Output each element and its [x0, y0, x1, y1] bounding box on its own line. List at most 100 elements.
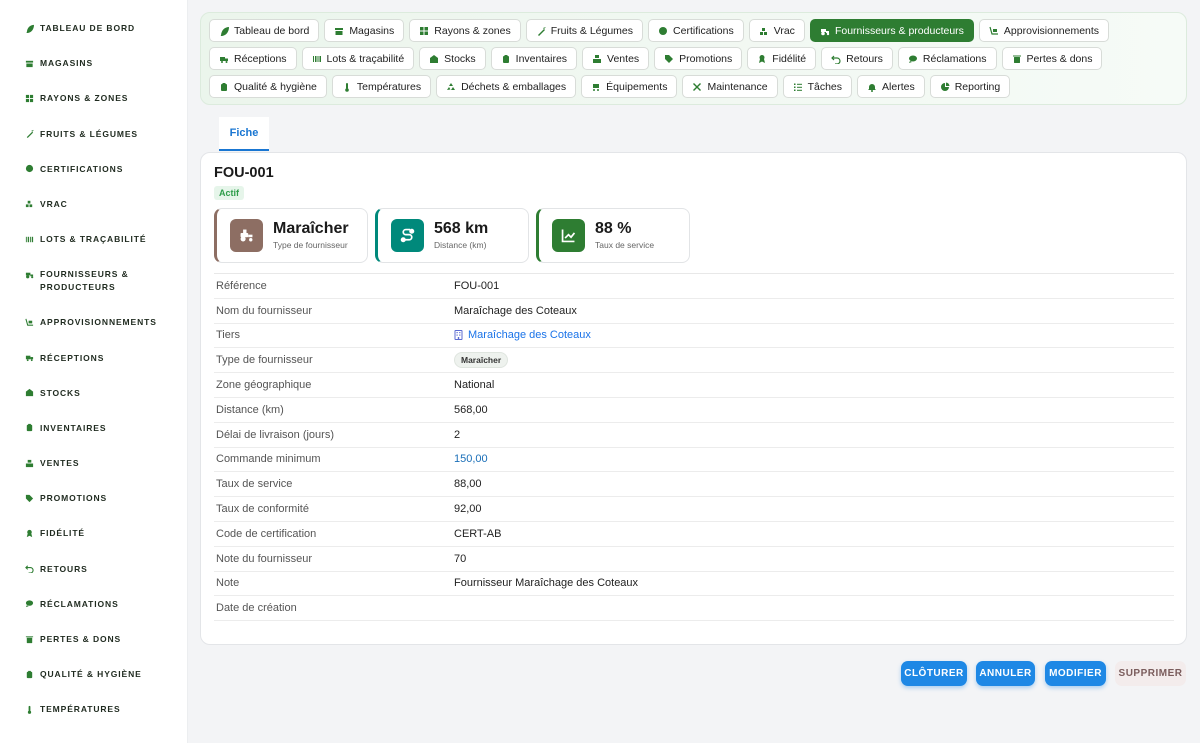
comment-icon [908, 54, 918, 64]
sidebar-item-label: APPROVISIONNEMENTS [40, 317, 157, 328]
field-label: Zone géographique [216, 379, 312, 392]
module-chip[interactable]: Qualité & hygiène [209, 75, 327, 98]
sidebar-item-label: TABLEAU DE BORD [40, 23, 136, 33]
chart-line-icon [552, 219, 585, 252]
module-chip-label: Fidélité [772, 52, 807, 65]
carrot-icon [24, 129, 34, 139]
dolly-icon [24, 317, 34, 327]
modifier-button[interactable]: MODIFIER [1045, 661, 1106, 686]
module-chip[interactable]: Fournisseurs & producteurs [809, 19, 974, 42]
table-row: Type de fournisseur Maraîcher [214, 348, 1174, 374]
module-chip[interactable]: Réceptions [209, 47, 297, 70]
tab-fiche[interactable]: Fiche [219, 117, 269, 151]
module-chip[interactable]: Reporting [929, 75, 1011, 98]
module-chip[interactable]: Approvisionnements [978, 19, 1110, 42]
kpi-card-service: 88 % Taux de service [536, 208, 690, 263]
sidebar-item-16[interactable]: RÉCLAMATIONS [0, 589, 187, 624]
sidebar-item-19[interactable]: TEMPÉRATURES [0, 694, 187, 729]
clipboard-check-icon [219, 82, 229, 92]
module-chip[interactable]: Tableau de bord [209, 19, 320, 42]
field-value: CERT-AB [454, 527, 502, 540]
undo-icon [24, 564, 34, 574]
sidebar-item-13[interactable]: PROMOTIONS [0, 483, 187, 518]
table-row: Code de certification CERT-AB [214, 522, 1174, 547]
table-row: Délai de livraison (jours) 2 [214, 423, 1174, 448]
sidebar-item-label: PERTES & DONS [40, 634, 122, 644]
sidebar-item-11[interactable]: INVENTAIRES [0, 413, 187, 448]
module-chip[interactable]: Vrac [748, 19, 805, 42]
field-label: Note [216, 577, 240, 590]
module-chip[interactable]: Déchets & emballages [436, 75, 577, 98]
module-chip[interactable]: Tâches [782, 75, 853, 98]
module-chip[interactable]: Retours [821, 47, 893, 70]
module-chip[interactable]: Équipements [581, 75, 678, 98]
table-row: Note du fournisseur 70 [214, 547, 1174, 572]
sidebar-item-label: FIDÉLITÉ [40, 528, 85, 539]
field-value: Maraîchage des Coteaux [454, 304, 577, 317]
sidebar-item-8[interactable]: APPROVISIONNEMENTS [0, 307, 187, 342]
tiers-link[interactable]: Maraîchage des Coteaux [454, 329, 1174, 341]
cloturer-button[interactable]: CLÔTURER [901, 661, 967, 686]
truck-icon [24, 353, 34, 363]
module-chip-label: Approvisionnements [1003, 24, 1100, 37]
module-chip-label: Réclamations [922, 52, 987, 65]
sidebar-item-2[interactable]: RAYONS & ZONES [0, 83, 187, 118]
sidebar-item-9[interactable]: RÉCEPTIONS [0, 343, 187, 378]
module-chip[interactable]: Certifications [648, 19, 744, 42]
pie-chart-icon [940, 82, 950, 92]
supprimer-button[interactable]: SUPPRIMER [1115, 661, 1186, 686]
module-chip[interactable]: Magasins [324, 19, 405, 42]
building-icon [454, 330, 463, 341]
module-chip[interactable]: Inventaires [490, 47, 578, 70]
sidebar-item-4[interactable]: CERTIFICATIONS [0, 154, 187, 189]
sidebar-item-18[interactable]: QUALITÉ & HYGIÈNE [0, 659, 187, 694]
module-chip-label: Promotions [679, 52, 733, 65]
module-chip[interactable]: Ventes [582, 47, 650, 70]
field-value: FOU-001 [454, 279, 500, 292]
bulk-icon [759, 26, 769, 36]
module-chip[interactable]: Promotions [654, 47, 743, 70]
comment-icon [24, 599, 34, 609]
module-chip-label: Ventes [607, 52, 640, 65]
field-label: Note du fournisseur [216, 552, 312, 565]
field-value: 70 [454, 552, 467, 565]
module-chip[interactable]: Rayons & zones [409, 19, 521, 42]
sidebar-item-1[interactable]: MAGASINS [0, 48, 187, 83]
cash-register-icon [592, 54, 602, 64]
sidebar-item-17[interactable]: PERTES & DONS [0, 624, 187, 659]
table-row: Taux de conformité 92,00 [214, 497, 1174, 522]
module-chip[interactable]: Alertes [857, 75, 925, 98]
module-chip[interactable]: Lots & traçabilité [301, 47, 415, 70]
field-label: Distance (km) [216, 403, 284, 416]
kpi-card-type: Maraîcher Type de fournisseur [214, 208, 368, 263]
module-chip[interactable]: Maintenance [682, 75, 778, 98]
sidebar-item-7[interactable]: FOURNISSEURS & PRODUCTEURS [0, 259, 187, 307]
annuler-button[interactable]: ANNULER [976, 661, 1035, 686]
module-chip[interactable]: Réclamations [897, 47, 997, 70]
module-chip-label: Pertes & dons [1026, 52, 1093, 65]
sidebar-item-5[interactable]: VRAC [0, 189, 187, 224]
sidebar-item-12[interactable]: VENTES [0, 448, 187, 483]
module-chip[interactable]: Fruits & Légumes [525, 19, 644, 42]
sidebar-item-14[interactable]: FIDÉLITÉ [0, 518, 187, 553]
module-chip[interactable]: Températures [331, 75, 432, 98]
module-chip[interactable]: Stocks [419, 47, 486, 70]
field-label: Délai de livraison (jours) [216, 428, 334, 441]
sidebar-item-6[interactable]: LOTS & TRAÇABILITÉ [0, 224, 187, 259]
field-label: Type de fournisseur [216, 354, 313, 367]
module-chip-label: Qualité & hygiène [234, 80, 317, 93]
barcode-icon [312, 54, 322, 64]
sidebar-item-0[interactable]: TABLEAU DE BORD [0, 13, 187, 48]
module-chip[interactable]: Fidélité [747, 47, 817, 70]
sidebar-item-15[interactable]: RETOURS [0, 554, 187, 589]
sidebar-item-label: RAYONS & ZONES [40, 93, 129, 104]
sidebar-item-10[interactable]: STOCKS [0, 378, 187, 413]
route-icon [391, 219, 424, 252]
sidebar-item-3[interactable]: FRUITS & LÉGUMES [0, 119, 187, 154]
module-chip[interactable]: Pertes & dons [1001, 47, 1103, 70]
sidebar: TABLEAU DE BORD MAGASINS RAYONS & ZONES FRU… [0, 0, 188, 743]
field-value: Maraîcher [454, 352, 1174, 369]
field-value: 2 [454, 428, 461, 441]
tiers-link-text[interactable]: Maraîchage des Coteaux [468, 329, 591, 341]
list-check-icon [793, 82, 803, 92]
